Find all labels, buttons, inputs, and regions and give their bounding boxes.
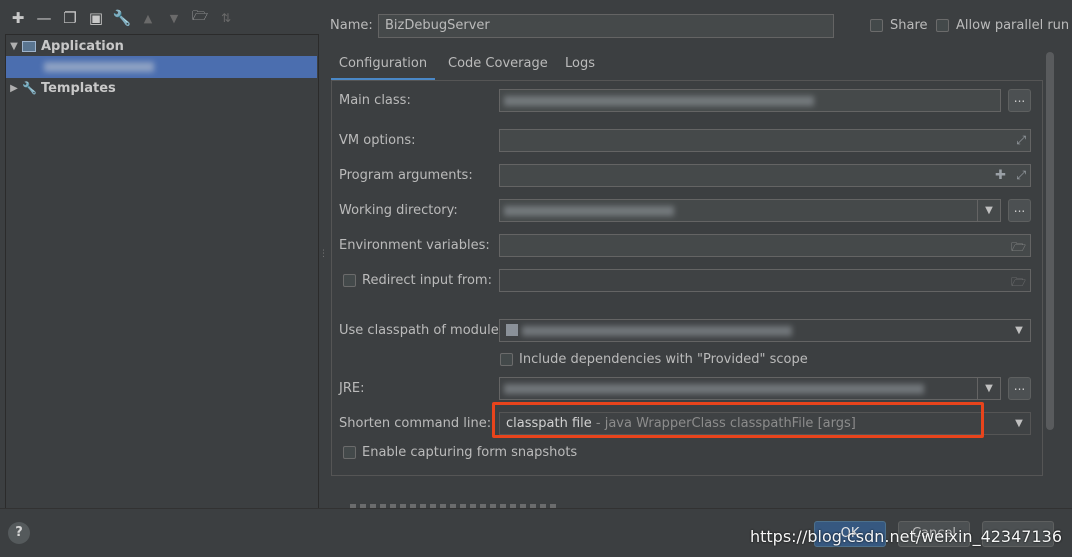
wrench-icon: 🔧 [22, 81, 37, 95]
redacted-main-class [504, 96, 814, 106]
working-directory-combo[interactable]: ▼ [499, 199, 1001, 222]
tree-node-templates-label: Templates [40, 80, 116, 96]
name-label: Name: [330, 18, 373, 33]
wrench-icon[interactable]: 🔧 [112, 8, 132, 28]
jre-combo[interactable]: ▼ [499, 377, 1001, 400]
shorten-command-line-label: Shorten command line: [339, 416, 492, 431]
watermark-url: https://blog.csdn.net/weixin_42347136 [749, 527, 1062, 546]
folder-icon[interactable]: 🗁 [1011, 273, 1026, 294]
tab-code-coverage[interactable]: Code Coverage [448, 52, 548, 78]
chevron-down-icon[interactable]: ▼ [977, 200, 1000, 221]
configuration-tree [5, 34, 319, 509]
save-icon[interactable]: ▣ [86, 8, 106, 28]
folder-icon[interactable]: 🗁 [1011, 238, 1026, 259]
environment-variables-field[interactable]: 🗁 [499, 234, 1031, 257]
redacted-module-name [522, 326, 792, 336]
expand-arrow-icon[interactable]: ▼ [6, 41, 22, 52]
redirect-input-checkbox[interactable] [343, 274, 356, 287]
sort-icon[interactable]: ⇅ [216, 8, 236, 28]
redirect-input-label: Redirect input from: [362, 273, 492, 288]
working-directory-label: Working directory: [339, 203, 458, 218]
chevron-down-icon[interactable]: ▼ [1008, 413, 1030, 434]
tree-node-application[interactable]: ▼ Application [6, 35, 124, 57]
main-class-browse-button[interactable]: ... [1008, 89, 1031, 112]
tree-node-application-label: Application [41, 38, 124, 54]
tree-node-templates[interactable]: ▶ 🔧 Templates [6, 77, 116, 99]
allow-parallel-label: Allow parallel run [956, 18, 1070, 33]
tab-logs[interactable]: Logs [565, 52, 595, 78]
vm-options-label: VM options: [339, 133, 416, 148]
vertical-scrollbar[interactable] [1046, 52, 1054, 430]
copy-icon[interactable]: ❐ [60, 8, 80, 28]
tree-node-selected-configuration[interactable] [6, 56, 317, 78]
collapse-arrow-icon[interactable]: ▶ [6, 83, 22, 94]
remove-icon[interactable]: — [34, 8, 54, 28]
include-dependencies-label: Include dependencies with "Provided" sco… [519, 352, 808, 367]
application-folder-icon [22, 40, 36, 52]
expand-icon[interactable]: ⤢ [1016, 168, 1026, 183]
tab-configuration[interactable]: Configuration [331, 52, 435, 81]
add-macro-icon[interactable]: ✚ [995, 168, 1006, 183]
vm-options-field[interactable]: ⤢ [499, 129, 1031, 152]
chevron-down-icon[interactable]: ▼ [977, 378, 1000, 399]
share-label: Share [890, 18, 928, 33]
main-class-label: Main class: [339, 93, 411, 108]
splitter-grip-icon: ⋮ [319, 249, 328, 259]
redacted-jre-path [504, 384, 924, 394]
module-icon [506, 324, 518, 336]
enable-capturing-label: Enable capturing form snapshots [362, 445, 578, 460]
include-dependencies-checkbox[interactable] [500, 353, 513, 366]
environment-variables-label: Environment variables: [339, 238, 490, 253]
classpath-module-combo[interactable]: ▼ [499, 319, 1031, 342]
program-arguments-label: Program arguments: [339, 168, 473, 183]
main-class-field[interactable] [499, 89, 1001, 112]
jre-browse-button[interactable]: ... [1008, 377, 1031, 400]
chevron-down-icon[interactable]: ▼ [1008, 320, 1030, 341]
jre-label: JRE: [339, 381, 365, 396]
help-button[interactable]: ? [8, 522, 30, 544]
redacted-configuration-name [44, 62, 154, 72]
folder-icon[interactable]: 🗁 [190, 8, 210, 28]
classpath-module-label: Use classpath of module: [339, 323, 504, 338]
working-directory-browse-button[interactable]: ... [1008, 199, 1031, 222]
move-down-icon[interactable]: ▼ [164, 8, 184, 28]
share-checkbox[interactable] [870, 19, 883, 32]
redacted-working-directory [504, 206, 674, 216]
red-highlight-box [492, 402, 984, 438]
move-up-icon[interactable]: ▲ [138, 8, 158, 28]
name-field[interactable]: BizDebugServer [378, 14, 834, 38]
program-arguments-field[interactable]: ✚ ⤢ [499, 164, 1031, 187]
expand-icon[interactable]: ⤢ [1016, 133, 1026, 148]
configurations-toolbar: ✚ — ❐ ▣ 🔧 ▲ ▼ 🗁 ⇅ [0, 4, 318, 32]
allow-parallel-checkbox[interactable] [936, 19, 949, 32]
enable-capturing-checkbox[interactable] [343, 446, 356, 459]
redirect-input-field[interactable]: 🗁 [499, 269, 1031, 292]
add-icon[interactable]: ✚ [8, 8, 28, 28]
